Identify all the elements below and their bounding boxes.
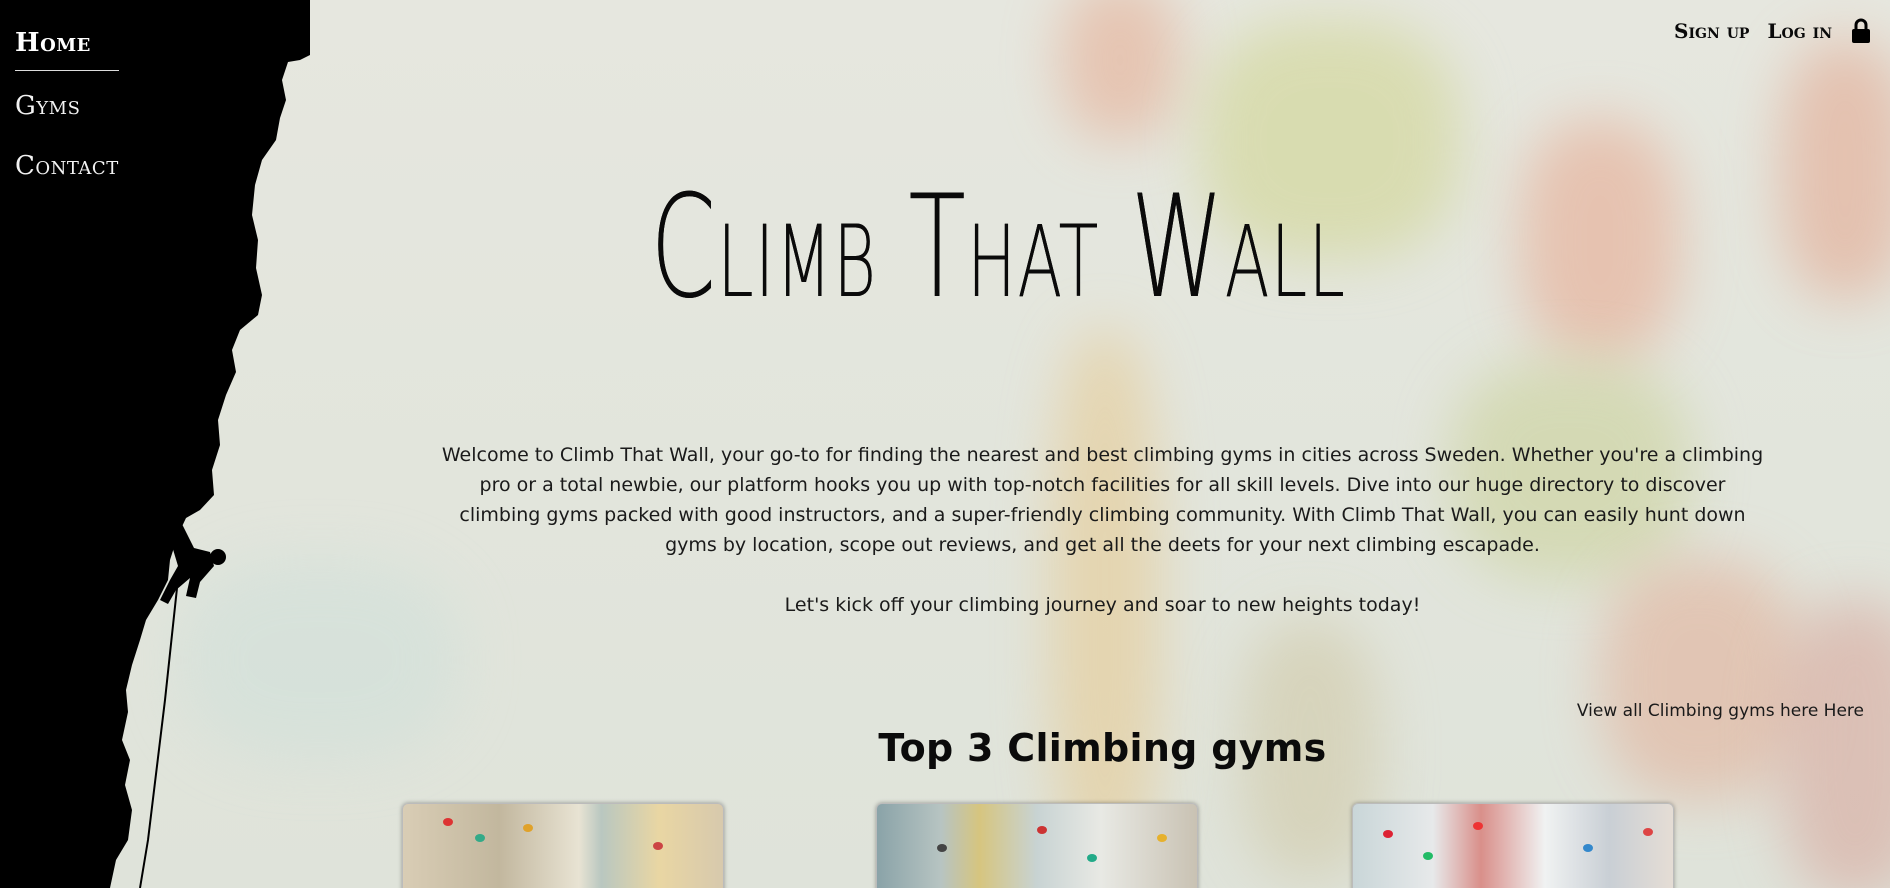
- active-nav-underline: [15, 70, 119, 71]
- page-title: Climb That Wall: [650, 165, 1347, 330]
- nav-item-contact[interactable]: Contact: [15, 151, 125, 181]
- signup-link[interactable]: Sign up: [1674, 19, 1749, 43]
- main-nav: Home Gyms Contact: [15, 28, 125, 211]
- gym-card-image[interactable]: [1352, 803, 1674, 888]
- gym-card-image[interactable]: [402, 803, 724, 888]
- intro-paragraph: Welcome to Climb That Wall, your go-to f…: [441, 444, 1764, 556]
- intro-cta: Let's kick off your climbing journey and…: [784, 594, 1421, 616]
- intro-text: Welcome to Climb That Wall, your go-to f…: [440, 440, 1765, 620]
- nav-item-gyms[interactable]: Gyms: [15, 91, 125, 121]
- nav-item-home[interactable]: Home: [15, 28, 125, 58]
- lock-icon[interactable]: [1850, 18, 1872, 44]
- top-gyms-title: Top 3 Climbing gyms: [878, 726, 1327, 770]
- view-all-gyms-link[interactable]: View all Climbing gyms here Here: [1577, 701, 1864, 721]
- account-links: Sign up Log in: [1674, 18, 1872, 44]
- gym-card-image[interactable]: [876, 803, 1198, 888]
- login-link[interactable]: Log in: [1767, 19, 1832, 43]
